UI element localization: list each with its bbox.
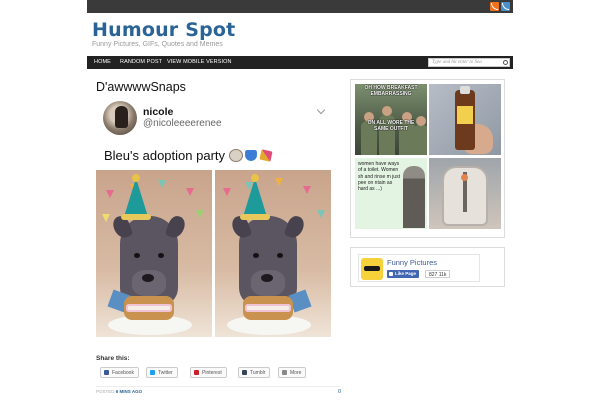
share-twitter-label: Twitter (158, 370, 173, 376)
chevron-down-icon[interactable] (316, 105, 326, 115)
sidebar-thumb-bottle[interactable] (429, 84, 501, 155)
tumblr-icon (242, 370, 247, 375)
tweet-user-handle[interactable]: @nicoleeeerenee (143, 118, 222, 129)
share-tumblr-label: Tumblr (250, 370, 266, 376)
sidebar-thumb-breakfast[interactable]: OH HOW BREAKFAST EMBARRASSING ON ALL WOR… (355, 84, 427, 155)
share-more-button[interactable]: More (278, 367, 307, 378)
site-tagline: Funny Pictures, GIFs, Quotes and Memes (92, 41, 223, 48)
main-nav: HOME RANDOM POST VIEW MOBILE VERSION Typ… (87, 56, 513, 69)
thumb-caption-top: OH HOW BREAKFAST EMBARRASSING (364, 85, 418, 97)
party-popper-emoji-icon (259, 149, 273, 162)
facebook-like-button[interactable]: Like Page (387, 270, 420, 278)
posted-time[interactable]: 6 MINS AGO (116, 389, 142, 394)
blue-heart-emoji-icon (245, 149, 257, 162)
share-twitter-button[interactable]: Twitter (146, 367, 178, 378)
site-title[interactable]: Humour Spot (92, 19, 235, 41)
post-meta: POSTED 6 MINS AGO 0 (96, 386, 341, 396)
share-tumblr-button[interactable]: Tumblr (238, 367, 271, 378)
avatar[interactable] (103, 101, 137, 135)
rss-icon[interactable] (490, 2, 499, 11)
embedded-tweet[interactable]: nicole @nicoleeeerenee Bleu's adoption p… (96, 99, 331, 339)
page-wrapper: Humour Spot Funny Pictures, GIFs, Quotes… (87, 0, 513, 400)
tweet-user-name[interactable]: nicole (143, 106, 173, 118)
twitter-icon (150, 370, 155, 375)
share-pinterest-button[interactable]: Pinterest (190, 367, 227, 378)
facebook-page-plugin: Funny Pictures Like Page 827 11k (358, 254, 480, 282)
share-facebook-button[interactable]: Facebook (100, 367, 139, 378)
tweet-text: Bleu's adoption party (104, 148, 226, 163)
thumb-caption-bottom: ON ALL WORE THE SAME OUTFIT (367, 120, 415, 132)
facebook-icon (104, 370, 109, 375)
facebook-page-name[interactable]: Funny Pictures (387, 258, 437, 267)
thumbs-up-icon (389, 272, 393, 276)
comment-count[interactable]: 0 (338, 389, 341, 395)
share-facebook-label: Facebook (112, 370, 134, 376)
facebook-like-count: 827 11k (425, 270, 451, 278)
sidebar-thumb-car-seat[interactable] (429, 158, 501, 229)
more-icon (282, 370, 287, 375)
sidebar-thumb-text-meme[interactable]: women have ways of a toilet. Women sh an… (355, 158, 427, 229)
facebook-widget: Funny Pictures Like Page 827 11k (350, 247, 505, 287)
pinterest-icon (194, 370, 199, 375)
share-pinterest-label: Pinterest (202, 370, 222, 376)
sidebar-thumbnail-grid: OH HOW BREAKFAST EMBARRASSING ON ALL WOR… (350, 79, 505, 238)
search-input[interactable]: Type and hit enter to Sea (428, 58, 510, 67)
tweet-emojis (229, 149, 273, 162)
share-more-label: More (290, 370, 302, 376)
dog-face-emoji-icon (229, 149, 243, 162)
nav-item-home[interactable]: HOME (94, 59, 111, 65)
posted-prefix: POSTED (96, 389, 115, 394)
top-bar (87, 0, 513, 13)
nav-item-random-post[interactable]: RANDOM POST (120, 59, 162, 65)
tweet-photo-1[interactable] (96, 170, 212, 337)
facebook-page-avatar[interactable] (361, 258, 383, 280)
search-icon[interactable] (503, 60, 508, 65)
tweet-photo-2[interactable] (215, 170, 331, 337)
facebook-like-label: Like Page (395, 271, 417, 276)
post-title[interactable]: D'awwwwSnaps (96, 80, 186, 94)
feed-icon[interactable] (501, 2, 510, 11)
nav-item-mobile-version[interactable]: VIEW MOBILE VERSION (167, 59, 232, 65)
thumb-meme-text: women have ways of a toilet. Women sh an… (358, 161, 400, 192)
share-label: Share this: (96, 355, 130, 362)
